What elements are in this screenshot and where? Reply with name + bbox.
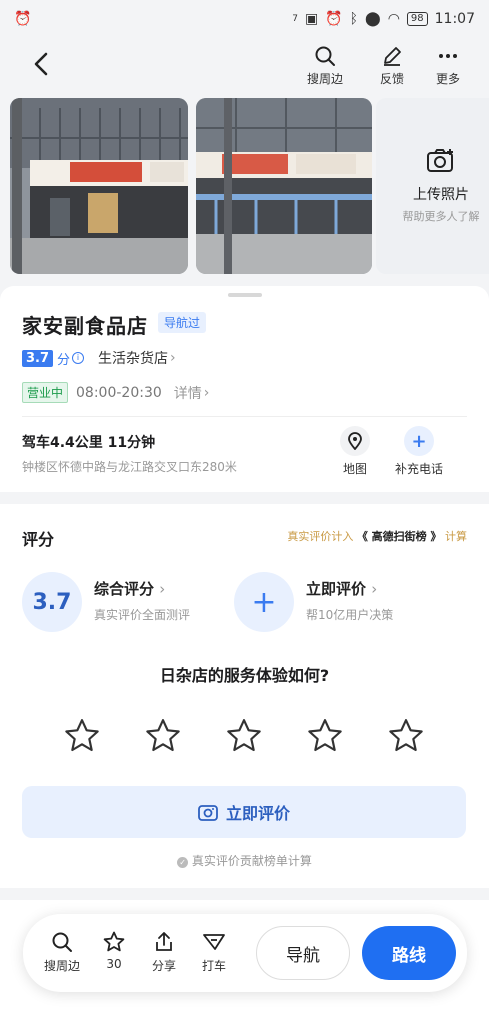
rating-section-title: 评分 xyxy=(22,530,55,549)
search-icon xyxy=(37,930,87,954)
taxi-icon xyxy=(189,930,239,954)
rating-note: 真实评价计入 《 高德扫街榜 》 计算 xyxy=(287,528,467,544)
category-link[interactable]: 生活杂货店 xyxy=(98,348,168,368)
upload-photo-button[interactable]: 上传照片 帮助更多人了解 xyxy=(376,98,489,274)
plus-icon: + xyxy=(404,426,434,456)
write-review-button[interactable]: 立即评价 xyxy=(22,786,466,838)
navigated-tag: 导航过 xyxy=(158,312,207,333)
route-button[interactable]: 路线 xyxy=(362,926,456,980)
feedback-button[interactable]: 反馈 xyxy=(367,44,417,87)
navigate-button[interactable]: 导航 xyxy=(256,926,350,980)
rate-now-title: 立即评价 xyxy=(306,580,367,598)
overall-score-circle[interactable]: 3.7 xyxy=(22,572,82,632)
star-icon[interactable] xyxy=(386,716,426,756)
status-bar: ⏰ 7 ▣ ⏰ ᛒ ⬤ ◠ 98 11:07 xyxy=(0,0,489,38)
taxi-button[interactable]: 打车 xyxy=(189,930,239,974)
open-status-badge: 营业中 xyxy=(22,382,69,403)
sim-icon: ▣ xyxy=(304,11,319,27)
nearby-search-button[interactable]: 搜周边 xyxy=(300,44,350,87)
bottom-action-bar: 搜周边 30 分享 打车 导航 路线 xyxy=(23,914,467,992)
address: 钟楼区怀德中路与龙江路交叉口东280米 xyxy=(22,460,237,474)
clock: 11:07 xyxy=(434,11,475,27)
chevron-right-icon: › xyxy=(203,384,210,401)
place-name: 家安副食品店 xyxy=(22,314,148,338)
rating-card: 评分 真实评价计入 《 高德扫街榜 》 计算 3.7 综合评分 › 真实评价全面… xyxy=(0,504,489,888)
camera-icon xyxy=(198,805,218,821)
rate-now-link[interactable]: 立即评价 › xyxy=(306,578,377,599)
star-icon[interactable] xyxy=(224,716,264,756)
opening-hours: 08:00-20:30 xyxy=(76,384,162,401)
drive-distance: 驾车4.4公里 11分钟 xyxy=(22,435,156,451)
nearby-search-label: 搜周边 xyxy=(306,72,343,86)
rating-note-brand: 《 高德扫街榜 》 xyxy=(356,530,442,543)
top-nav: 搜周边 反馈 更多 xyxy=(0,40,489,90)
store-photo-1[interactable] xyxy=(10,98,188,274)
score-row[interactable]: 3.7 分 i 生活杂货店 › xyxy=(22,348,176,368)
location-icon: ⬤ xyxy=(365,11,381,27)
star-icon[interactable] xyxy=(143,716,183,756)
more-button[interactable]: 更多 xyxy=(423,44,473,87)
bluetooth-icon: ᛒ xyxy=(349,11,359,27)
overall-score-link[interactable]: 综合评分 › xyxy=(94,578,165,599)
place-detail-page: ⏰ 7 ▣ ⏰ ᛒ ⬤ ◠ 98 11:07 搜周边 反馈 更多 上传照片 帮助… xyxy=(0,0,489,1024)
overall-score-title: 综合评分 xyxy=(94,580,155,598)
add-phone-label: 补充电话 xyxy=(394,462,443,476)
share-icon xyxy=(139,930,189,954)
experience-question: 日杂店的服务体验如何? xyxy=(159,666,330,685)
upload-photo-hint: 帮助更多人了解 xyxy=(402,210,480,223)
favorite-button[interactable]: 30 xyxy=(89,930,139,971)
store-photo-2[interactable] xyxy=(196,98,372,274)
score-unit: 分 xyxy=(57,352,71,368)
net-speed: 7 xyxy=(292,14,298,24)
location-pin-icon xyxy=(340,426,370,456)
pen-icon xyxy=(367,44,417,68)
drag-handle[interactable] xyxy=(228,293,262,297)
wifi-icon: ◠ xyxy=(387,11,400,27)
add-review-circle[interactable]: + xyxy=(234,572,294,632)
chevron-right-icon: › xyxy=(159,580,166,598)
score-badge: 3.7 xyxy=(22,349,54,367)
upload-photo-label: 上传照片 xyxy=(413,187,469,203)
search-icon xyxy=(300,44,350,68)
rate-now-subtitle: 帮10亿用户决策 xyxy=(306,608,394,622)
rating-note-prefix: 真实评价计入 xyxy=(287,530,354,543)
add-phone-button[interactable]: + 补充电话 xyxy=(384,426,454,477)
check-icon: ✓ xyxy=(177,857,189,868)
camera-plus-icon xyxy=(376,148,489,178)
overall-score-subtitle: 真实评价全面测评 xyxy=(94,608,191,622)
share-button[interactable]: 分享 xyxy=(139,930,189,974)
map-label: 地图 xyxy=(342,462,367,476)
favorite-count: 30 xyxy=(106,957,122,971)
review-footnote: ✓ 真实评价贡献榜单计算 xyxy=(0,852,489,869)
place-info-card: 家安副食品店 导航过 3.7 分 i 生活杂货店 › 营业中 08:00-20:… xyxy=(0,286,489,492)
photo-gallery[interactable]: 上传照片 帮助更多人了解 xyxy=(10,98,489,274)
bottom-nearby-button[interactable]: 搜周边 xyxy=(37,930,87,974)
alarm-icon: ⏰ xyxy=(14,11,32,27)
feedback-label: 反馈 xyxy=(379,72,404,86)
star-icon[interactable] xyxy=(305,716,345,756)
more-label: 更多 xyxy=(435,72,460,86)
divider xyxy=(22,416,467,417)
map-button[interactable]: 地图 xyxy=(320,426,390,477)
battery-icon: 98 xyxy=(406,12,428,26)
info-icon[interactable]: i xyxy=(72,352,85,364)
write-review-label: 立即评价 xyxy=(225,804,290,823)
star-icon[interactable] xyxy=(62,716,102,756)
taxi-label: 打车 xyxy=(201,959,226,973)
chevron-left-icon[interactable] xyxy=(28,50,56,78)
review-footnote-text: 真实评价贡献榜单计算 xyxy=(191,854,312,868)
more-icon xyxy=(423,44,473,68)
share-label: 分享 xyxy=(151,959,176,973)
rating-note-suffix: 计算 xyxy=(445,530,467,543)
detail-link[interactable]: 详情 xyxy=(174,383,202,403)
chevron-right-icon: › xyxy=(371,580,378,598)
bottom-nearby-label: 搜周边 xyxy=(43,959,80,973)
star-icon xyxy=(89,930,139,954)
chevron-right-icon: › xyxy=(170,350,176,366)
hours-row[interactable]: 营业中 08:00-20:30 详情 › xyxy=(22,382,209,403)
alarm-status-icon: ⏰ xyxy=(325,11,343,27)
